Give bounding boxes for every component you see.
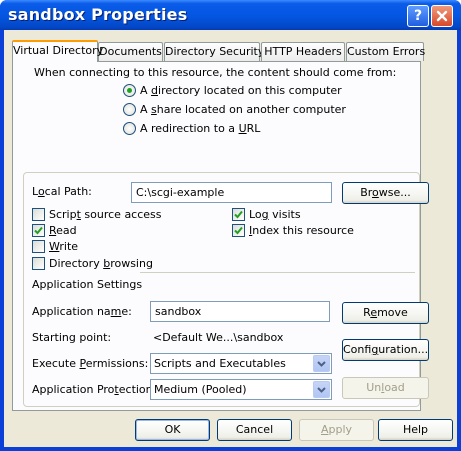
local-path-label: Local Path:: [32, 185, 92, 198]
browse-button[interactable]: Browse...: [342, 182, 429, 204]
starting-point-label: Starting point:: [32, 331, 112, 344]
properties-window: sandbox Properties ? Virtual Directory D…: [0, 0, 461, 451]
tab-documents[interactable]: Documents: [98, 42, 163, 61]
help-title-button[interactable]: ?: [407, 5, 429, 27]
section-divider: [140, 272, 415, 273]
close-icon: [436, 10, 448, 22]
radio-local-directory-label[interactable]: A directory located on this computer: [140, 84, 342, 97]
radio-local-directory[interactable]: [123, 84, 136, 97]
directory-settings-group: Local Path: C:\scgi-example Browse... Sc…: [23, 172, 429, 407]
application-name-input[interactable]: sandbox: [150, 301, 330, 322]
configuration-button[interactable]: Configuration...: [342, 339, 429, 361]
local-path-input[interactable]: C:\scgi-example: [131, 182, 332, 203]
checkmark-icon: [234, 226, 243, 235]
tab-directory-security[interactable]: Directory Security: [164, 42, 264, 61]
directory-browsing-checkbox[interactable]: [32, 257, 45, 270]
write-checkbox[interactable]: [32, 240, 45, 253]
tab-virtual-directory[interactable]: Virtual Directory: [12, 40, 103, 62]
application-protection-select[interactable]: Medium (Pooled): [150, 379, 332, 400]
radio-redirection-label[interactable]: A redirection to a URL: [140, 122, 260, 135]
radio-redirection[interactable]: [123, 122, 136, 135]
ok-button[interactable]: OK: [135, 419, 210, 441]
execute-permissions-label: Execute Permissions:: [32, 357, 149, 370]
script-source-label[interactable]: Script source access: [49, 208, 162, 221]
log-visits-label[interactable]: Log visits: [249, 208, 301, 221]
application-protection-label: Application Protection:: [32, 383, 157, 396]
execute-permissions-value: Scripts and Executables: [154, 357, 286, 370]
content-source-prompt: When connecting to this resource, the co…: [34, 66, 397, 79]
unload-button[interactable]: Unload: [342, 377, 429, 399]
dialog-client: Virtual Directory Documents Directory Se…: [4, 30, 457, 447]
apply-button[interactable]: Apply: [299, 419, 374, 441]
chevron-down-icon[interactable]: [313, 355, 330, 372]
remove-button[interactable]: Remove: [342, 302, 429, 324]
chevron-down-icon[interactable]: [313, 381, 330, 398]
application-name-label: Application name:: [32, 305, 132, 318]
starting-point-value: <Default We...\sandbox: [153, 331, 284, 344]
close-button[interactable]: [431, 5, 453, 27]
index-resource-checkbox[interactable]: [232, 224, 245, 237]
radio-network-share[interactable]: [123, 103, 136, 116]
read-label[interactable]: Read: [49, 224, 77, 237]
tab-http-headers[interactable]: HTTP Headers: [261, 42, 345, 61]
read-checkbox[interactable]: [32, 224, 45, 237]
script-source-checkbox[interactable]: [32, 208, 45, 221]
execute-permissions-select[interactable]: Scripts and Executables: [150, 353, 332, 374]
application-protection-value: Medium (Pooled): [154, 383, 247, 396]
question-icon: ?: [413, 8, 423, 24]
title-bar[interactable]: sandbox Properties ?: [0, 0, 461, 30]
help-button[interactable]: Help: [378, 419, 453, 441]
application-settings-heading: Application Settings: [32, 278, 143, 291]
index-resource-label[interactable]: Index this resource: [249, 224, 354, 237]
tab-custom-errors[interactable]: Custom Errors: [346, 42, 425, 61]
checkmark-icon: [34, 226, 43, 235]
log-visits-checkbox[interactable]: [232, 208, 245, 221]
write-label[interactable]: Write: [49, 240, 78, 253]
cancel-button[interactable]: Cancel: [217, 419, 292, 441]
virtual-directory-panel: When connecting to this resource, the co…: [12, 61, 429, 411]
window-title: sandbox Properties: [8, 5, 188, 24]
directory-browsing-label[interactable]: Directory browsing: [49, 257, 153, 270]
radio-network-share-label[interactable]: A share located on another computer: [140, 103, 346, 116]
checkmark-icon: [234, 210, 243, 219]
